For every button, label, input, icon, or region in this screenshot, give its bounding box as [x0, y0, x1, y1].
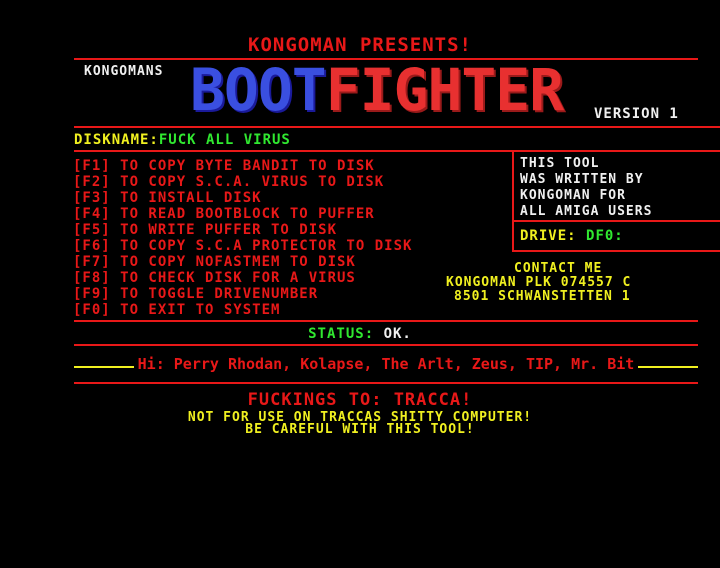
drive-label: DRIVE: — [520, 228, 577, 244]
menu-item-f6[interactable]: [F6] TO COPY S.C.A PROTECTOR TO DISK — [73, 238, 412, 254]
contact-info: CONTACT ME KONGOMAN PLK 074557 C 8501 SCHW… — [446, 262, 720, 304]
diskname-label: DISKNAME: — [74, 132, 159, 148]
contact-line1: KONGOMAN PLK 074557 C — [446, 275, 632, 290]
menu-item-f4[interactable]: [F4] TO READ BOOTBLOCK TO PUFFER — [73, 206, 375, 222]
byline: KONGOMANS — [84, 64, 164, 79]
divider-status — [74, 344, 698, 346]
divider-diskname — [74, 150, 720, 152]
menu-item-f7[interactable]: [F7] TO COPY NOFASTMEM TO DISK — [73, 254, 356, 270]
divider-greets — [74, 382, 698, 384]
menu-item-f3[interactable]: [F3] TO INSTALL DISK — [73, 190, 262, 206]
menu-item-f2[interactable]: [F2] TO COPY S.C.A. VIRUS TO DISK — [73, 174, 384, 190]
drive-row: DRIVE: DF0: — [520, 228, 624, 244]
menu-item-f8[interactable]: [F8] TO CHECK DISK FOR A VIRUS — [73, 270, 356, 286]
info-box-border — [512, 150, 514, 252]
diskname-row: DISKNAME:FUCK ALL VIRUS — [74, 132, 291, 148]
menu-item-f5[interactable]: [F5] TO WRITE PUFFER TO DISK — [73, 222, 337, 238]
tool-info: THIS TOOL WAS WRITTEN BY KONGOMAN FOR AL… — [520, 156, 653, 219]
menu-item-f9[interactable]: [F9] TO TOGGLE DRIVENUMBER — [73, 286, 318, 302]
divider-drive — [512, 250, 720, 252]
menu-item-f1[interactable]: [F1] TO COPY BYTE BANDIT TO DISK — [73, 158, 375, 174]
greets-text: Hi: Perry Rhodan, Kolapse, The Arlt, Zeu… — [74, 355, 698, 373]
presents-title: KONGOMAN PRESENTS! — [248, 34, 472, 56]
divider-menu — [74, 320, 698, 322]
greets-label: Hi: Perry Rhodan, Kolapse, The Arlt, Zeu… — [133, 355, 639, 373]
menu-item-f0[interactable]: [F0] TO EXIT TO SYSTEM — [73, 302, 280, 318]
status-label: STATUS: — [308, 326, 375, 342]
status-row: STATUS: OK. — [0, 326, 720, 342]
status-value: OK. — [383, 326, 412, 342]
logo-part2: FIGHTER — [325, 56, 564, 124]
bootfighter-logo: BOOTFIGHTER — [190, 56, 564, 124]
logo-part1: BOOT — [190, 56, 327, 124]
version-label: VERSION 1 — [594, 106, 679, 122]
diskname-value: FUCK ALL VIRUS — [158, 132, 291, 148]
careful-text: BE CAREFUL WITH THIS TOOL! — [245, 422, 475, 437]
contact-title: CONTACT ME — [514, 262, 603, 276]
drive-value: DF0: — [586, 228, 624, 244]
divider-logo — [74, 126, 720, 128]
contact-line2: 8501 SCHWANSTETTEN 1 — [454, 289, 631, 304]
divider-info — [512, 220, 720, 222]
fuckings-text: FUCKINGS TO: TRACCA! — [247, 390, 473, 410]
